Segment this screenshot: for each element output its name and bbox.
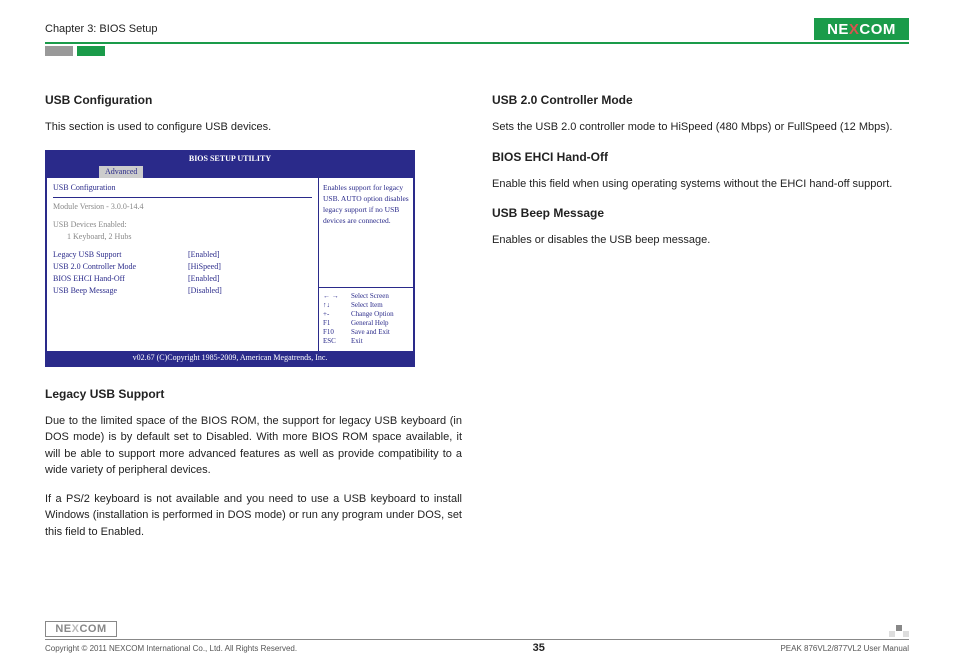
bios-setting-value: [HiSpeed] [188, 261, 221, 273]
bios-module-version: Module Version - 3.0.0-14.4 [53, 201, 312, 213]
bios-nav-row: ↑↓Select Item [323, 301, 409, 310]
usb-beep-desc: Enables or disables the USB beep message… [492, 232, 909, 249]
bios-nav-row: F10Save and Exit [323, 328, 409, 337]
right-column: USB 2.0 Controller Mode Sets the USB 2.0… [492, 91, 909, 552]
page-number: 35 [533, 642, 545, 654]
bios-main-panel: USB Configuration Module Version - 3.0.0… [47, 178, 318, 351]
bios-nav-row: ← →Select Screen [323, 292, 409, 301]
usb-beep-heading: USB Beep Message [492, 204, 909, 222]
bios-setting-label: BIOS EHCI Hand-Off [53, 273, 188, 285]
nexcom-logo: NEXCOM [814, 18, 909, 40]
bios-devices-value: 1 Keyboard, 2 Hubs [53, 231, 312, 243]
bios-setting-row: USB 2.0 Controller Mode[HiSpeed] [53, 261, 312, 273]
bios-tab-advanced: Advanced [99, 166, 143, 178]
bios-title: BIOS SETUP UTILITY [47, 152, 413, 166]
usb-config-heading: USB Configuration [45, 91, 462, 109]
legacy-usb-heading: Legacy USB Support [45, 385, 462, 403]
legacy-usb-p2: If a PS/2 keyboard is not available and … [45, 491, 462, 541]
footer-manual-name: PEAK 876VL2/877VL2 User Manual [780, 644, 909, 653]
usb-config-desc: This section is used to configure USB de… [45, 119, 462, 136]
bios-setting-label: Legacy USB Support [53, 249, 188, 261]
bios-setting-row: USB Beep Message[Disabled] [53, 285, 312, 297]
page-footer: NEXCOM Copyright © 2011 NEXCOM Internati… [45, 621, 909, 654]
usb20-heading: USB 2.0 Controller Mode [492, 91, 909, 109]
bios-devices-label: USB Devices Enabled: [53, 219, 312, 231]
ehci-heading: BIOS EHCI Hand-Off [492, 148, 909, 166]
bios-nav-row: F1General Help [323, 319, 409, 328]
bios-setting-value: [Disabled] [188, 285, 222, 297]
bios-nav-row: +-Change Option [323, 310, 409, 319]
bios-screenshot: BIOS SETUP UTILITY Advanced USB Configur… [45, 150, 415, 367]
bios-setting-label: USB Beep Message [53, 285, 188, 297]
bios-setting-row: Legacy USB Support[Enabled] [53, 249, 312, 261]
ehci-desc: Enable this field when using operating s… [492, 176, 909, 193]
footer-copyright: Copyright © 2011 NEXCOM International Co… [45, 644, 297, 653]
bios-setting-value: [Enabled] [188, 273, 220, 285]
bios-nav-keys: ← →Select Screen↑↓Select Item+-Change Op… [323, 292, 409, 347]
bios-tabs: Advanced [47, 166, 413, 178]
left-column: USB Configuration This section is used t… [45, 91, 462, 552]
chapter-title: Chapter 3: BIOS Setup [45, 23, 158, 35]
bios-nav-row: ESCExit [323, 337, 409, 346]
bios-setting-value: [Enabled] [188, 249, 220, 261]
legacy-usb-p1: Due to the limited space of the BIOS ROM… [45, 413, 462, 479]
footer-decoration [889, 625, 909, 637]
bios-help-panel: Enables support for legacy USB. AUTO opt… [318, 178, 413, 351]
bios-copyright: v02.67 (C)Copyright 1985-2009, American … [47, 351, 413, 365]
usb20-desc: Sets the USB 2.0 controller mode to HiSp… [492, 119, 909, 136]
bios-help-text: Enables support for legacy USB. AUTO opt… [323, 182, 409, 227]
page-header: Chapter 3: BIOS Setup NEXCOM [45, 18, 909, 44]
bios-setting-label: USB 2.0 Controller Mode [53, 261, 188, 273]
bios-section-title: USB Configuration [53, 182, 312, 194]
header-tab-strip [45, 46, 909, 56]
footer-logo: NEXCOM [45, 621, 117, 637]
bios-setting-row: BIOS EHCI Hand-Off[Enabled] [53, 273, 312, 285]
